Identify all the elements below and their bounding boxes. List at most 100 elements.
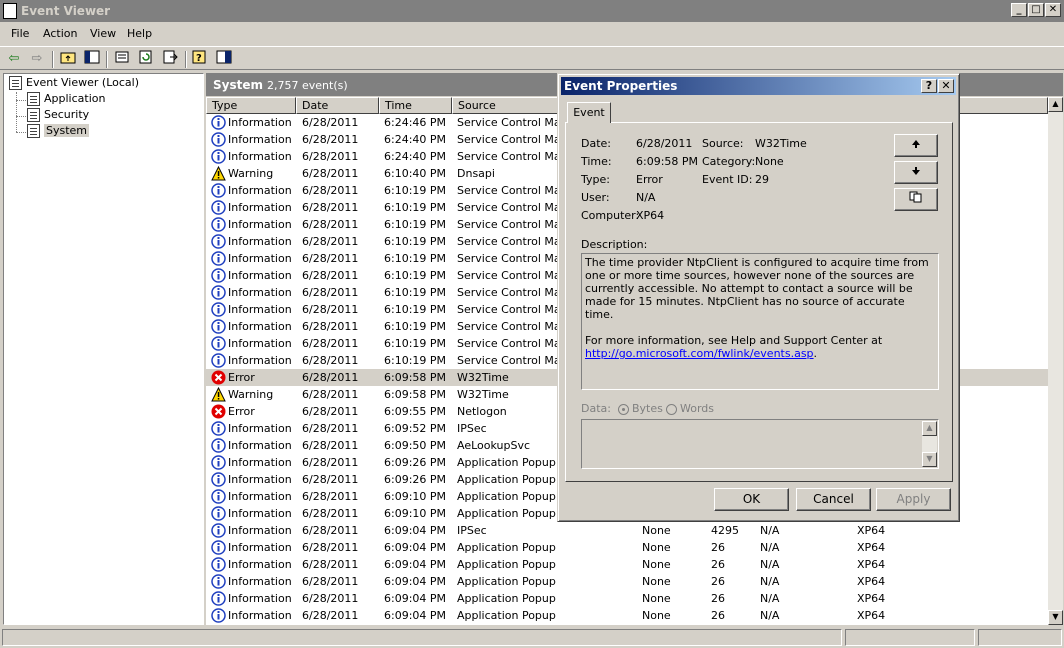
events-help-link[interactable]: http://go.microsoft.com/fwlink/events.as… [585, 347, 814, 360]
cell-event: 26 [711, 541, 725, 554]
cell-type: Information [228, 269, 292, 282]
col-date[interactable]: Date [296, 97, 379, 114]
table-row[interactable]: Information 6/28/2011 6:09:04 PM Applicatio… [206, 539, 1048, 556]
menu-help[interactable]: Help [127, 27, 152, 40]
cancel-button[interactable]: Cancel [796, 488, 871, 511]
cell-date: 6/28/2011 [302, 167, 359, 180]
dialog-help-button[interactable]: ? [921, 79, 937, 93]
tree-root-event-viewer[interactable]: Event Viewer (Local) [9, 76, 139, 90]
cell-category: None [642, 541, 671, 554]
cell-type: Information [228, 524, 292, 537]
cell-date: 6/28/2011 [302, 609, 359, 622]
data-scroll-down[interactable]: ▼ [922, 452, 937, 467]
cell-date: 6/28/2011 [302, 575, 359, 588]
tree-item-label: Security [44, 108, 90, 121]
cell-time: 6:10:19 PM [384, 354, 447, 367]
cell-type: Information [228, 150, 292, 163]
date-value: 6/28/2011 [636, 137, 693, 150]
cell-date: 6/28/2011 [302, 371, 359, 384]
dialog-close-button[interactable]: ✕ [938, 79, 954, 93]
action-pane-icon[interactable] [215, 50, 233, 68]
tree-item-application[interactable]: Application [27, 92, 105, 106]
log-file-icon [27, 92, 40, 106]
time-value: 6:09:58 PM [636, 155, 699, 168]
data-scroll-up[interactable]: ▲ [922, 421, 937, 436]
cell-date: 6/28/2011 [302, 558, 359, 571]
source-value: W32Time [755, 137, 807, 150]
cell-type: Information [228, 456, 292, 469]
cell-time: 6:09:04 PM [384, 558, 447, 571]
console-tree: Event Viewer (Local) Application Securit… [3, 73, 204, 625]
cell-type: Information [228, 592, 292, 605]
event-count: 2,757 event(s) [267, 79, 348, 92]
cell-source: Application Popup [457, 575, 556, 588]
cell-date: 6/28/2011 [302, 235, 359, 248]
cell-date: 6/28/2011 [302, 269, 359, 282]
category-label: Category: [702, 155, 756, 168]
properties-icon[interactable] [113, 50, 131, 68]
scroll-down-button[interactable]: ▼ [1048, 610, 1063, 625]
svg-text:?: ? [196, 53, 202, 64]
log-file-icon [27, 124, 40, 138]
status-pane-main [2, 629, 842, 646]
show-hide-tree-icon[interactable] [83, 50, 101, 68]
words-label: Words [680, 402, 715, 415]
data-box[interactable]: ▲ ▼ [581, 419, 939, 469]
table-row[interactable]: Information 6/28/2011 6:09:04 PM Applicatio… [206, 573, 1048, 590]
col-type[interactable]: Type [206, 97, 296, 114]
tab-event[interactable]: Event [567, 102, 611, 123]
cell-event: 26 [711, 592, 725, 605]
next-event-button[interactable] [894, 161, 938, 184]
menu-view[interactable]: View [90, 27, 116, 40]
previous-event-button[interactable] [894, 134, 938, 157]
menu-bar: File Action View Help [0, 24, 1064, 44]
help-icon[interactable]: ? [191, 50, 209, 68]
user-label: User: [581, 191, 610, 204]
export-list-icon[interactable] [161, 50, 179, 68]
down-arrow-icon [912, 167, 920, 175]
tree-item-security[interactable]: Security [27, 108, 89, 122]
table-row[interactable]: Information 6/28/2011 6:09:04 PM Applicatio… [206, 607, 1048, 624]
table-row[interactable]: Information 6/28/2011 6:09:04 PM IPSec None 4… [206, 522, 1048, 539]
up-folder-icon[interactable] [59, 50, 77, 68]
copy-button[interactable] [894, 188, 938, 211]
cell-date: 6/28/2011 [302, 150, 359, 163]
type-value: Error [636, 173, 663, 186]
cell-type: Information [228, 235, 292, 248]
cell-type: Information [228, 337, 292, 350]
cell-computer: XP64 [857, 609, 886, 622]
tree-item-system[interactable]: System [27, 124, 90, 138]
cell-date: 6/28/2011 [302, 133, 359, 146]
cell-date: 6/28/2011 [302, 252, 359, 265]
cell-time: 6:10:40 PM [384, 167, 447, 180]
cell-date: 6/28/2011 [302, 303, 359, 316]
words-radio[interactable]: Words [666, 402, 714, 415]
apply-button[interactable]: Apply [876, 488, 951, 511]
vertical-scrollbar[interactable]: ▲ ▼ [1048, 97, 1063, 625]
col-time[interactable]: Time [379, 97, 452, 114]
maximize-button[interactable]: □ [1028, 3, 1044, 17]
bytes-radio[interactable]: Bytes [618, 402, 663, 415]
cell-time: 6:10:19 PM [384, 184, 447, 197]
ok-button[interactable]: OK [714, 488, 789, 511]
cell-type: Information [228, 303, 292, 316]
minimize-button[interactable]: _ [1011, 3, 1027, 17]
cell-date: 6/28/2011 [302, 218, 359, 231]
forward-arrow-icon[interactable]: ⇨ [28, 50, 46, 68]
cell-category: None [642, 558, 671, 571]
back-arrow-icon[interactable]: ⇦ [5, 50, 23, 68]
dialog-title: Event Properties [564, 79, 678, 93]
cell-type: Information [228, 490, 292, 503]
table-row[interactable]: Information 6/28/2011 6:09:04 PM Applicatio… [206, 556, 1048, 573]
menu-file[interactable]: File [11, 27, 29, 40]
cell-time: 6:09:04 PM [384, 524, 447, 537]
scroll-up-button[interactable]: ▲ [1048, 97, 1063, 112]
menu-action[interactable]: Action [43, 27, 77, 40]
table-row[interactable]: Information 6/28/2011 6:09:04 PM Applicatio… [206, 590, 1048, 607]
cell-type: Information [228, 541, 292, 554]
description-box[interactable]: The time provider NtpClient is configure… [581, 253, 939, 390]
close-button[interactable]: ✕ [1045, 3, 1061, 17]
refresh-icon[interactable] [137, 50, 155, 68]
data-scrollbar[interactable]: ▲ ▼ [922, 421, 937, 467]
time-label: Time: [581, 155, 612, 168]
